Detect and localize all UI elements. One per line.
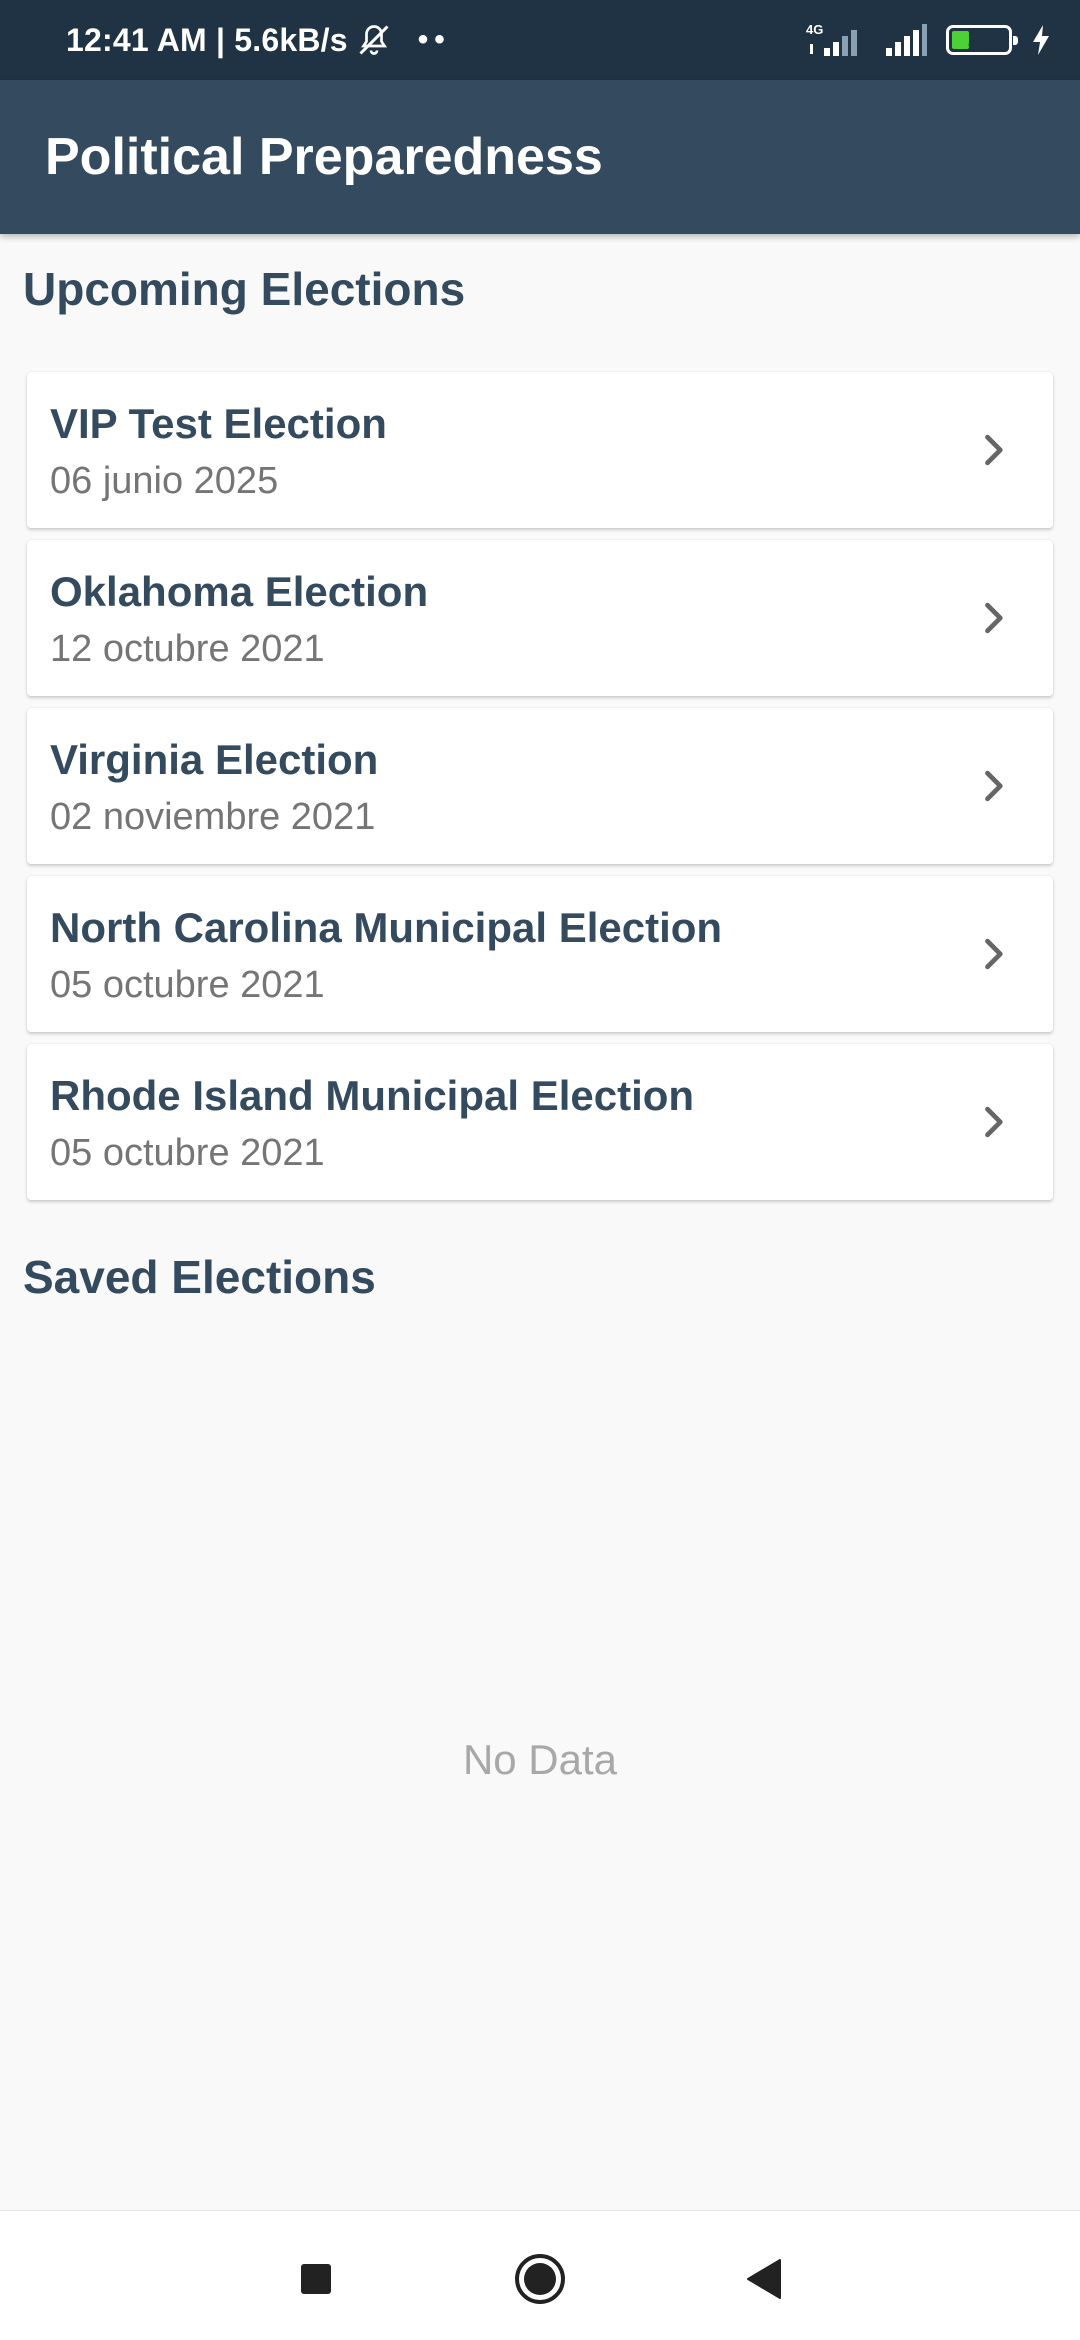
chevron-right-icon xyxy=(985,938,1003,970)
app-title: Political Preparedness xyxy=(45,128,603,186)
home-circle-icon xyxy=(515,2254,565,2304)
home-button[interactable] xyxy=(512,2251,568,2307)
navigation-bar xyxy=(0,2210,1080,2340)
mute-icon xyxy=(359,25,389,55)
election-date: 05 octubre 2021 xyxy=(50,1132,325,1174)
recents-square-icon xyxy=(301,2264,331,2294)
election-item[interactable]: North Carolina Municipal Election 05 oct… xyxy=(27,876,1053,1032)
charging-icon xyxy=(1033,25,1049,55)
screen: 12:41 AM | 5.6kB/s •• 4G 29 Political Pr… xyxy=(0,0,1080,2340)
notification-dots: •• xyxy=(417,23,451,56)
election-item[interactable]: Virginia Election 02 noviembre 2021 xyxy=(27,708,1053,864)
recents-button[interactable] xyxy=(288,2251,344,2307)
empty-state-text: No Data xyxy=(462,1736,618,1783)
status-left: 12:41 AM | 5.6kB/s •• xyxy=(66,0,451,80)
election-name: Oklahoma Election xyxy=(50,568,429,615)
election-name: North Carolina Municipal Election xyxy=(50,904,723,951)
election-item[interactable]: Oklahoma Election 12 octubre 2021 xyxy=(27,540,1053,696)
signal-4g-icon: 4G xyxy=(806,22,857,56)
election-name: Rhode Island Municipal Election xyxy=(50,1072,695,1119)
election-item[interactable]: VIP Test Election 06 junio 2025 xyxy=(27,372,1053,528)
chevron-right-icon xyxy=(985,434,1003,466)
election-name: Virginia Election xyxy=(50,736,379,783)
battery-fill xyxy=(952,31,970,49)
battery-icon: 29 xyxy=(946,25,1018,55)
signal-icon xyxy=(886,24,927,56)
chevron-right-icon xyxy=(985,602,1003,634)
upcoming-elections-title: Upcoming Elections xyxy=(23,263,466,315)
network-label: 4G xyxy=(806,22,823,37)
election-date: 12 octubre 2021 xyxy=(50,628,325,670)
saved-elections-title: Saved Elections xyxy=(23,1251,376,1303)
election-date: 05 octubre 2021 xyxy=(50,964,325,1006)
app-bar: Political Preparedness xyxy=(0,80,1080,234)
battery-level: 29 xyxy=(967,28,991,51)
election-item[interactable]: Rhode Island Municipal Election 05 octub… xyxy=(27,1044,1053,1200)
back-triangle-icon xyxy=(747,2259,781,2299)
election-date: 02 noviembre 2021 xyxy=(50,796,376,838)
upcoming-elections-list: VIP Test Election 06 junio 2025 Oklahoma… xyxy=(27,372,1053,1212)
election-date: 06 junio 2025 xyxy=(50,460,279,502)
status-right: 4G 29 xyxy=(804,0,1052,80)
chevron-right-icon xyxy=(985,770,1003,802)
status-bar: 12:41 AM | 5.6kB/s •• 4G 29 xyxy=(0,0,1080,80)
back-button[interactable] xyxy=(736,2251,792,2307)
election-name: VIP Test Election xyxy=(50,400,387,447)
status-time-speed: 12:41 AM | 5.6kB/s xyxy=(66,21,348,58)
chevron-right-icon xyxy=(985,1106,1003,1138)
